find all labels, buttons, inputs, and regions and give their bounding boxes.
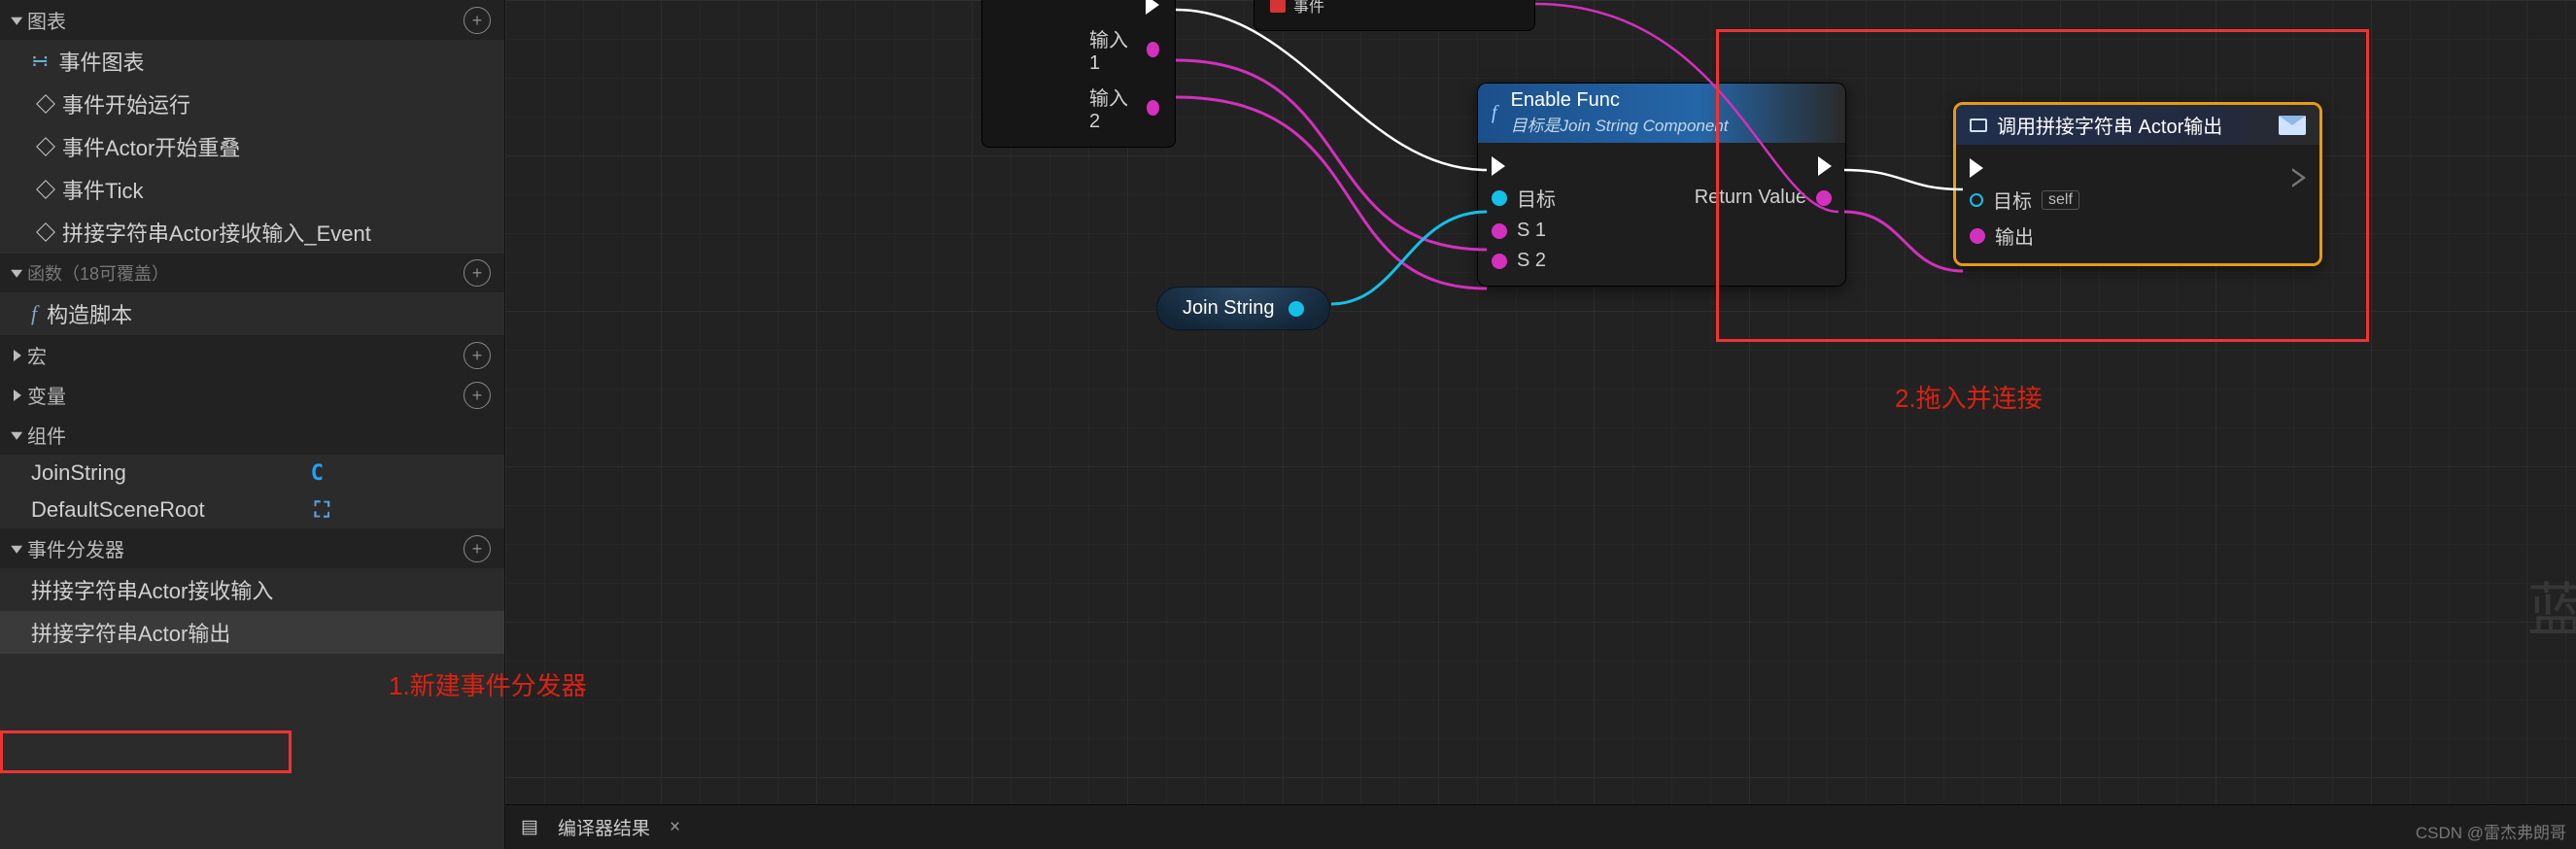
exec-out-pin[interactable]	[1146, 0, 1159, 15]
event-label: 事件Tick	[62, 174, 144, 205]
envelope-icon	[2279, 116, 2306, 135]
event-label: 事件开始运行	[62, 88, 190, 119]
event-graph-label: 事件图表	[58, 46, 144, 77]
dispatcher-label: 拼接字符串Actor输出	[31, 617, 230, 648]
exec-in-pin[interactable]	[1970, 158, 1983, 178]
node-title: 调用拼接字符串 Actor输出	[1997, 111, 2222, 139]
blueprint-graph[interactable]: 事件 输入 1 输入 2 Join String f Enable Func 目…	[505, 0, 2576, 849]
function-icon: f	[31, 301, 37, 326]
component-type-icon: C	[311, 461, 324, 486]
chevron-down-icon	[11, 270, 22, 278]
dispatcher-label: 拼接字符串Actor接收输入	[31, 574, 273, 605]
blueprint-sidebar: 图表 + ∺ 事件图表 事件开始运行 事件Actor开始重叠 事件Tick 拼接…	[0, 0, 505, 849]
add-variable-button[interactable]: +	[464, 382, 491, 409]
cn-watermark-icon: 蓝	[2527, 563, 2576, 648]
section-event-dispatchers-label: 事件分发器	[27, 534, 124, 562]
section-components-label: 组件	[27, 421, 66, 449]
annotation-drag-connect: 2.拖入并连接	[1895, 379, 2043, 415]
component-label: DefaultSceneRoot	[31, 497, 205, 523]
bottom-panel: ▤ 编译器结果 ×	[505, 804, 2576, 849]
section-graphs-label: 图表	[27, 6, 66, 34]
section-functions-label: 函数（18可覆盖）	[27, 260, 169, 286]
section-event-dispatchers[interactable]: 事件分发器 +	[0, 528, 504, 568]
section-graphs[interactable]: 图表 +	[0, 0, 504, 40]
self-label: self	[2042, 190, 2079, 210]
section-macros[interactable]: 宏 +	[0, 335, 504, 375]
add-macro-button[interactable]: +	[464, 342, 491, 369]
node-enable-func[interactable]: f Enable Func 目标是Join String Component 目…	[1477, 83, 1846, 287]
add-function-button[interactable]: +	[464, 259, 491, 287]
add-dispatcher-button[interactable]: +	[464, 535, 491, 562]
node-subtitle: 目标是Join String Component	[1511, 117, 1729, 135]
event-icon	[36, 180, 55, 199]
chevron-right-icon	[14, 390, 21, 401]
dispatcher-output[interactable]: 拼接字符串Actor输出	[0, 611, 504, 654]
variable-label: Join String	[1183, 297, 1275, 320]
compiler-results-tab[interactable]: 编译器结果	[558, 814, 650, 840]
section-components[interactable]: 组件	[0, 415, 504, 455]
event-graph-item[interactable]: ∺ 事件图表	[0, 40, 504, 83]
pin-output-label: 输出	[1995, 221, 2034, 250]
section-macros-label: 宏	[27, 341, 47, 369]
event-actor-overlap[interactable]: 事件Actor开始重叠	[0, 125, 504, 168]
node-receive-inputs-partial[interactable]: 输入 1 输入 2	[981, 0, 1176, 148]
close-icon[interactable]: ×	[670, 817, 680, 838]
return-pin-out[interactable]	[1816, 190, 1832, 206]
exec-in-pin[interactable]	[1492, 156, 1505, 176]
construction-script[interactable]: f 构造脚本	[0, 292, 504, 335]
chevron-down-icon	[11, 431, 22, 439]
component-default-scene-root[interactable]: DefaultSceneRoot ⛶	[0, 492, 504, 528]
pin-return-value-label: Return Value	[1695, 187, 1806, 209]
node-custom-event-partial[interactable]: 事件	[1254, 0, 1535, 31]
component-label: JoinString	[31, 460, 126, 486]
exec-out-pin[interactable]	[2292, 158, 2306, 178]
construction-script-label: 构造脚本	[47, 298, 132, 329]
compiler-results-icon: ▤	[521, 816, 538, 838]
data-pin-out[interactable]	[1147, 42, 1159, 57]
function-icon: f	[1492, 102, 1497, 124]
pin-s2-label: S 2	[1517, 250, 1546, 272]
event-joinstring-receive[interactable]: 拼接字符串Actor接收输入_Event	[0, 211, 504, 254]
pin-target-label: 目标	[1993, 186, 2032, 214]
component-joinstring[interactable]: JoinString C	[0, 455, 504, 492]
event-label: 拼接字符串Actor接收输入_Event	[62, 217, 371, 248]
event-type-icon	[1270, 0, 1286, 13]
event-icon	[36, 94, 55, 114]
pin-target-label: 目标	[1517, 184, 1556, 212]
node-title: Enable Func	[1511, 89, 1729, 112]
dispatcher-icon	[1970, 119, 1987, 132]
chevron-down-icon	[11, 17, 22, 24]
s1-pin-in[interactable]	[1492, 223, 1507, 239]
scene-root-icon: ⛶	[315, 498, 329, 523]
exec-out-pin[interactable]	[1818, 156, 1832, 176]
s2-pin-in[interactable]	[1492, 254, 1507, 269]
event-tick[interactable]: 事件Tick	[0, 168, 504, 211]
section-functions[interactable]: 函数（18可覆盖） +	[0, 254, 504, 292]
output-pin-in[interactable]	[1970, 228, 1985, 244]
csdn-watermark: CSDN @雷杰弗朗哥	[2416, 819, 2566, 843]
dispatcher-receive-input[interactable]: 拼接字符串Actor接收输入	[0, 568, 504, 611]
section-variables-label: 变量	[27, 381, 66, 409]
pin-input1-label: 输入 1	[1089, 24, 1135, 75]
variable-node-join-string[interactable]: Join String	[1156, 287, 1330, 330]
event-icon	[36, 222, 55, 242]
object-pin-out[interactable]	[1288, 301, 1304, 317]
event-begin-play[interactable]: 事件开始运行	[0, 83, 504, 125]
chevron-down-icon	[11, 545, 22, 553]
pin-s1-label: S 1	[1517, 220, 1546, 242]
data-pin-out[interactable]	[1147, 100, 1159, 116]
chevron-right-icon	[14, 350, 21, 361]
target-pin-in[interactable]	[1970, 193, 1983, 207]
node-call-dispatcher-output[interactable]: 调用拼接字符串 Actor输出 目标 self 输出	[1953, 102, 2322, 266]
target-pin-in[interactable]	[1492, 190, 1507, 206]
pin-event-label: 事件	[1293, 0, 1324, 17]
graph-icon: ∺	[31, 49, 49, 74]
add-graph-button[interactable]: +	[464, 7, 491, 34]
event-icon	[36, 137, 55, 156]
event-label: 事件Actor开始重叠	[62, 131, 240, 162]
section-variables[interactable]: 变量 +	[0, 375, 504, 415]
pin-input2-label: 输入 2	[1089, 83, 1135, 133]
